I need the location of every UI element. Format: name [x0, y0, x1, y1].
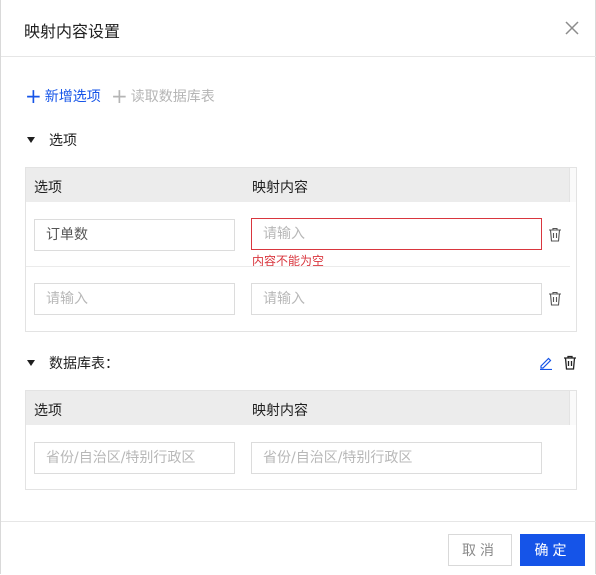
row-divider: [26, 266, 570, 267]
option-input[interactable]: 订单数: [34, 219, 235, 251]
database-section-toggle[interactable]: 数据库表：: [25, 353, 119, 373]
read-database-table-label: 读取数据库表: [130, 89, 215, 105]
scrollbar[interactable]: [569, 391, 576, 425]
edit-icon[interactable]: [539, 356, 553, 370]
mapping-settings-dialog: 映射内容设置 + 新增选项 + 读取数据库表 选项 选项 映射内容 订单数 请输…: [0, 0, 596, 574]
mapping-input[interactable]: 请输入: [251, 218, 542, 250]
plus-icon: +: [25, 84, 42, 108]
option-input[interactable]: 请输入: [34, 283, 235, 315]
trash-icon[interactable]: [548, 227, 562, 242]
trash-icon[interactable]: [563, 355, 577, 370]
add-option-button[interactable]: + 新增选项: [25, 86, 101, 106]
options-section-toggle[interactable]: 选项: [25, 130, 77, 150]
database-section-title: 数据库表：: [49, 356, 119, 372]
plus-icon: +: [111, 84, 128, 108]
column-header-mapping: 映射内容: [252, 403, 308, 419]
dialog-header: 映射内容设置: [1, 0, 596, 57]
scrollbar[interactable]: [569, 168, 576, 202]
database-table: 选项 映射内容 省份/自治区/特别行政区 省份/自治区/特别行政区: [25, 390, 577, 490]
dialog-footer: 取消 确定: [1, 521, 596, 575]
column-header-option: 选项: [34, 180, 62, 196]
add-option-label: 新增选项: [44, 89, 101, 105]
caret-down-icon: [27, 137, 35, 143]
mapping-input[interactable]: 省份/自治区/特别行政区: [251, 442, 542, 474]
database-table-header: 选项 映射内容: [26, 391, 570, 425]
dialog-title: 映射内容设置: [24, 22, 121, 41]
caret-down-icon: [27, 360, 35, 366]
trash-icon[interactable]: [548, 291, 562, 306]
close-icon[interactable]: [564, 20, 580, 36]
option-input[interactable]: 省份/自治区/特别行政区: [34, 442, 235, 474]
mapping-input[interactable]: 请输入: [251, 283, 542, 315]
options-table: 选项 映射内容 订单数 请输入 内容不能为空 请输入 请输入: [25, 167, 577, 332]
column-header-mapping: 映射内容: [252, 180, 308, 196]
cancel-button[interactable]: 取消: [448, 534, 512, 566]
column-header-option: 选项: [34, 403, 62, 419]
options-section-title: 选项: [49, 133, 77, 149]
options-table-header: 选项 映射内容: [26, 168, 570, 202]
read-database-table-button[interactable]: + 读取数据库表: [111, 86, 215, 106]
confirm-button[interactable]: 确定: [520, 534, 585, 566]
